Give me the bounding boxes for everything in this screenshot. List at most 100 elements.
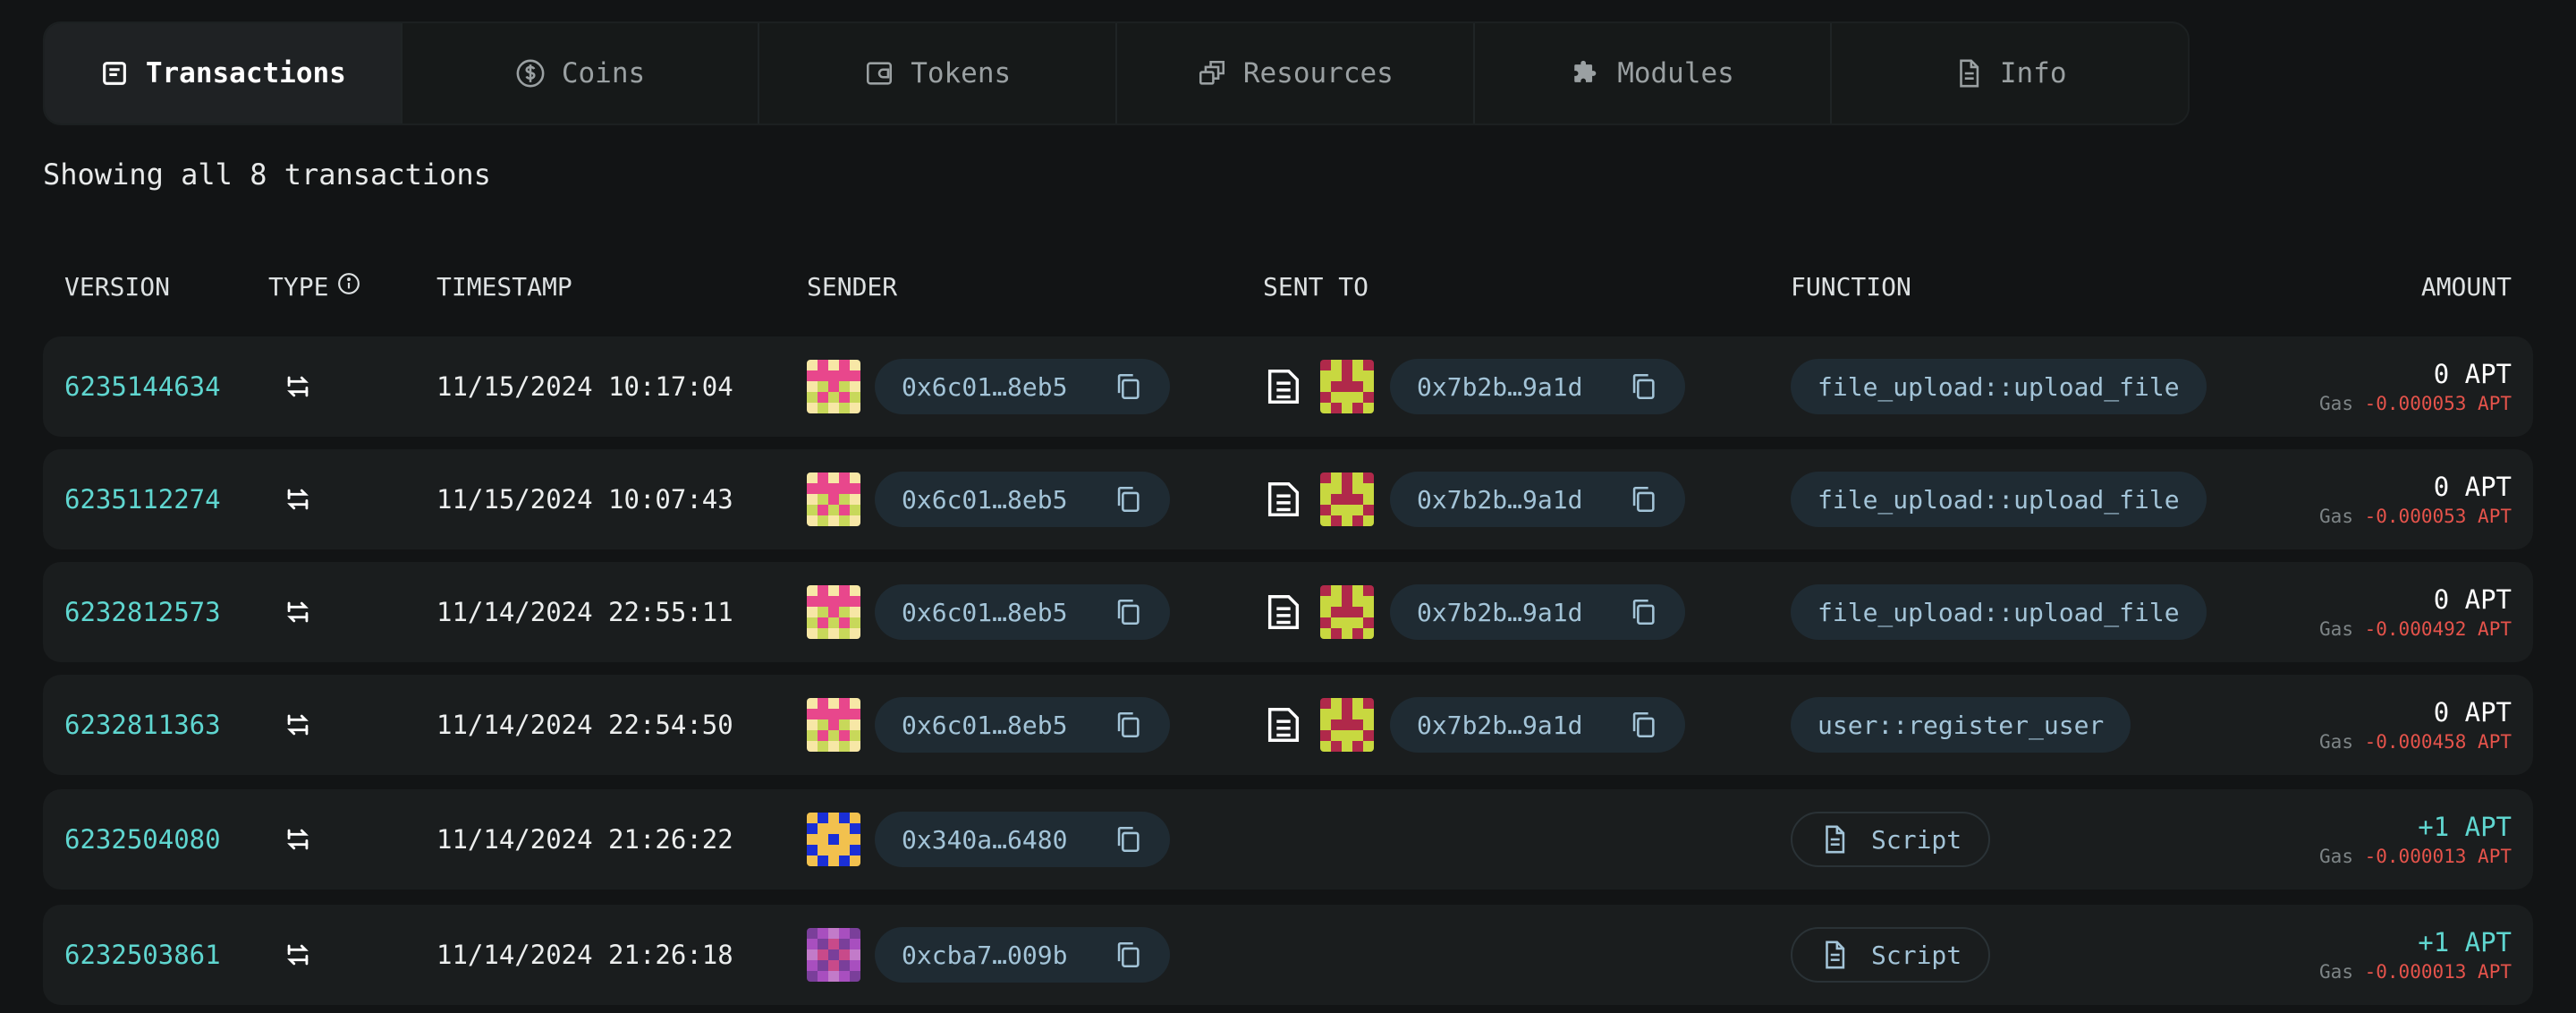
table-row[interactable]: 6232503861 11/14/2024 21:26:18 0xcba7…009b…: [43, 905, 2533, 1005]
sender-avatar[interactable]: [807, 813, 860, 866]
copy-icon[interactable]: [1628, 371, 1658, 402]
copy-icon[interactable]: [1113, 940, 1143, 970]
sender-address[interactable]: 0xcba7…009b: [902, 941, 1067, 970]
tab-transactions[interactable]: Transactions: [45, 23, 402, 123]
sent-to-address[interactable]: 0x7b2b…9a1d: [1417, 598, 1582, 627]
sender-address[interactable]: 0x6c01…8eb5: [902, 372, 1067, 402]
sender-address[interactable]: 0x6c01…8eb5: [902, 485, 1067, 515]
gas-label: Gas: [2319, 618, 2353, 640]
version-link[interactable]: 6232503861: [64, 905, 221, 1005]
gas-label: Gas: [2319, 961, 2353, 983]
function-badge[interactable]: user::register_user: [1791, 697, 2131, 753]
sender-avatar[interactable]: [807, 360, 860, 413]
sender-avatar[interactable]: [807, 585, 860, 639]
version-link[interactable]: 6235112274: [64, 449, 221, 549]
sent-to-avatar[interactable]: [1320, 472, 1374, 526]
copy-icon[interactable]: [1628, 597, 1658, 627]
tab-coins[interactable]: Coins: [402, 23, 760, 123]
copy-icon[interactable]: [1628, 484, 1658, 515]
gas-label: Gas: [2319, 846, 2353, 867]
sender-cell: 0x6c01…8eb5: [807, 336, 1170, 437]
version-link[interactable]: 6232811363: [64, 675, 221, 775]
sent-to-address-pill[interactable]: 0x7b2b…9a1d: [1390, 359, 1685, 414]
sender-avatar[interactable]: [807, 698, 860, 752]
copy-icon[interactable]: [1113, 484, 1143, 515]
sender-address[interactable]: 0x6c01…8eb5: [902, 598, 1067, 627]
amount-cell: 0 APT Gas -0.000053 APT: [2319, 336, 2512, 437]
resources-icon: [1197, 58, 1227, 89]
sender-address-pill[interactable]: 0x340a…6480: [875, 812, 1170, 867]
sender-address[interactable]: 0x6c01…8eb5: [902, 711, 1067, 740]
sender-address-pill[interactable]: 0x6c01…8eb5: [875, 472, 1170, 527]
version-link[interactable]: 6232812573: [64, 562, 221, 662]
sender-avatar[interactable]: [807, 928, 860, 982]
script-badge[interactable]: Script: [1791, 812, 1991, 867]
timestamp: 11/15/2024 10:07:43: [436, 484, 733, 515]
table-row[interactable]: 6232811363 11/14/2024 22:54:50 0x6c01…8eb5…: [43, 675, 2533, 775]
table-row[interactable]: 6235112274 11/15/2024 10:07:43 0x6c01…8eb5…: [43, 449, 2533, 549]
sent-to-address[interactable]: 0x7b2b…9a1d: [1417, 711, 1582, 740]
table-row[interactable]: 6235144634 11/15/2024 10:17:04 0x6c01…8eb5…: [43, 336, 2533, 437]
copy-icon[interactable]: [1113, 710, 1143, 740]
sender-address[interactable]: 0x340a…6480: [902, 825, 1067, 855]
copy-icon[interactable]: [1113, 371, 1143, 402]
function-badge[interactable]: file_upload::upload_file: [1791, 472, 2207, 527]
contract-doc-icon: [1263, 592, 1304, 633]
sent-to-avatar[interactable]: [1320, 360, 1374, 413]
function-name: Script: [1871, 940, 1962, 970]
sent-to-cell: 0x7b2b…9a1d: [1263, 675, 1685, 775]
sender-address-pill[interactable]: 0x6c01…8eb5: [875, 697, 1170, 753]
script-doc-icon: [1819, 940, 1850, 970]
function-cell: user::register_user: [1791, 675, 2131, 775]
transfer-arrows-icon: [283, 789, 313, 890]
transfer-arrows-icon: [283, 336, 313, 437]
sent-to-address[interactable]: 0x7b2b…9a1d: [1417, 485, 1582, 515]
tab-info[interactable]: Info: [1832, 23, 2188, 123]
sender-cell: 0x6c01…8eb5: [807, 675, 1170, 775]
copy-icon[interactable]: [1628, 710, 1658, 740]
amount-cell: 0 APT Gas -0.000458 APT: [2319, 675, 2512, 775]
sent-to-cell: 0x7b2b…9a1d: [1263, 336, 1685, 437]
version-link[interactable]: 6232504080: [64, 789, 221, 890]
gas-value: -0.000492 APT: [2364, 618, 2512, 640]
header-function: FUNCTION: [1791, 272, 1911, 302]
sent-to-address-pill[interactable]: 0x7b2b…9a1d: [1390, 472, 1685, 527]
tab-tokens[interactable]: Tokens: [759, 23, 1118, 123]
sent-to-address-pill[interactable]: 0x7b2b…9a1d: [1390, 584, 1685, 640]
sender-address-pill[interactable]: 0xcba7…009b: [875, 927, 1170, 983]
gas-value: -0.000458 APT: [2364, 731, 2512, 753]
sent-to-avatar[interactable]: [1320, 698, 1374, 752]
function-cell: Script: [1791, 789, 1991, 890]
contract-doc-icon: [1263, 704, 1304, 745]
info-doc-icon: [1953, 58, 1984, 89]
transactions-summary: Showing all 8 transactions: [43, 157, 491, 192]
gas-fee: Gas -0.000053 APT: [2319, 506, 2512, 527]
sender-address-pill[interactable]: 0x6c01…8eb5: [875, 359, 1170, 414]
amount-cell: 0 APT Gas -0.000053 APT: [2319, 449, 2512, 549]
version-link[interactable]: 6235144634: [64, 336, 221, 437]
amount-cell: +1 APT Gas -0.000013 APT: [2319, 789, 2512, 890]
transfer-arrows-icon: [283, 675, 313, 775]
function-badge[interactable]: file_upload::upload_file: [1791, 584, 2207, 640]
timestamp: 11/14/2024 22:54:50: [436, 710, 733, 740]
info-icon[interactable]: [337, 272, 360, 302]
tab-modules[interactable]: Modules: [1475, 23, 1833, 123]
copy-icon[interactable]: [1113, 824, 1143, 855]
sender-avatar[interactable]: [807, 472, 860, 526]
copy-icon[interactable]: [1113, 597, 1143, 627]
header-timestamp: TIMESTAMP: [436, 272, 572, 302]
function-badge[interactable]: file_upload::upload_file: [1791, 359, 2207, 414]
sender-address-pill[interactable]: 0x6c01…8eb5: [875, 584, 1170, 640]
amount-cell: +1 APT Gas -0.000013 APT: [2319, 905, 2512, 1005]
sent-to-cell: 0x7b2b…9a1d: [1263, 562, 1685, 662]
sent-to-avatar[interactable]: [1320, 585, 1374, 639]
sender-cell: 0x6c01…8eb5: [807, 449, 1170, 549]
table-row[interactable]: 6232812573 11/14/2024 22:55:11 0x6c01…8eb5…: [43, 562, 2533, 662]
sent-to-address-pill[interactable]: 0x7b2b…9a1d: [1390, 697, 1685, 753]
script-badge[interactable]: Script: [1791, 927, 1991, 983]
tab-label: Tokens: [911, 57, 1012, 89]
timestamp: 11/14/2024 22:55:11: [436, 597, 733, 627]
sent-to-address[interactable]: 0x7b2b…9a1d: [1417, 372, 1582, 402]
tab-resources[interactable]: Resources: [1117, 23, 1475, 123]
table-row[interactable]: 6232504080 11/14/2024 21:26:22 0x340a…6480…: [43, 789, 2533, 890]
